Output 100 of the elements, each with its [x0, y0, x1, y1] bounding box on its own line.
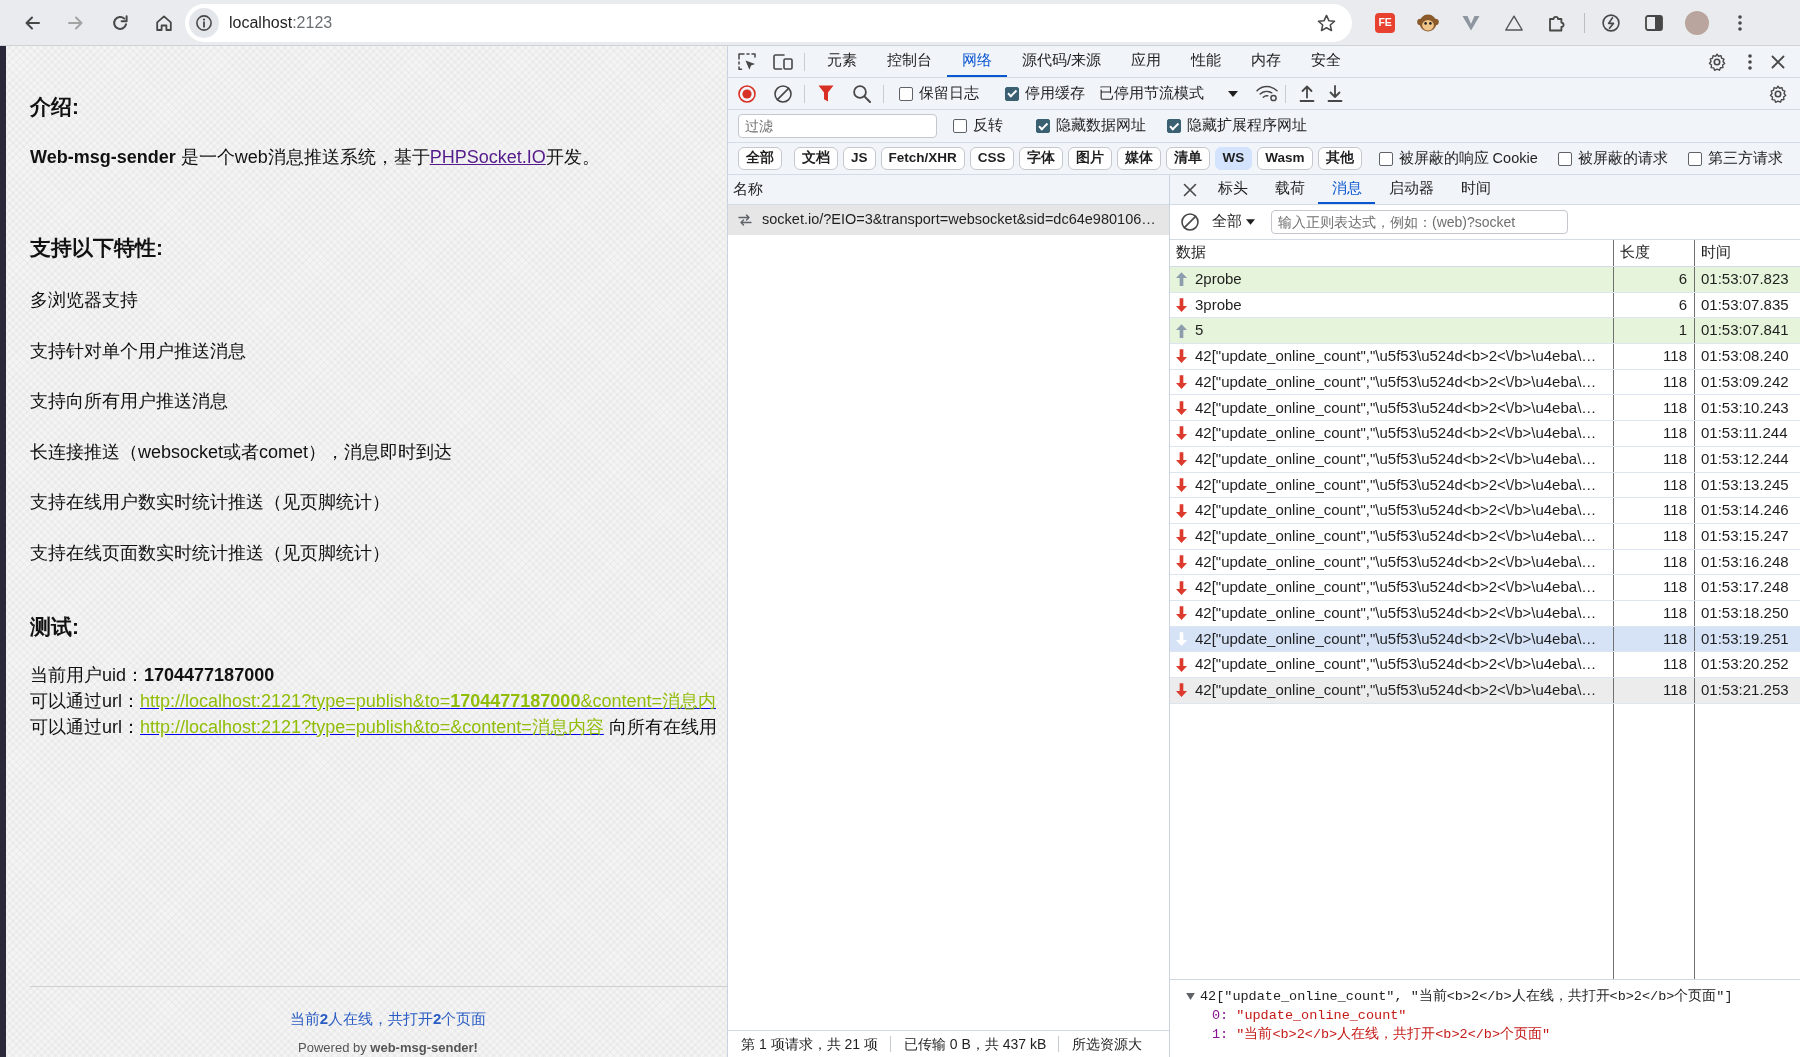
- detail-tab[interactable]: 启动器: [1375, 175, 1447, 204]
- message-data: 2probe: [1195, 269, 1242, 290]
- puzzle-icon[interactable]: [1548, 13, 1566, 32]
- message-row[interactable]: 42["update_online_count","\u5f53\u524d<b>2<\/b>\u4eba\… 118 01:53:11.244: [1170, 421, 1800, 447]
- checkbox[interactable]: [1167, 119, 1181, 133]
- menu-icon[interactable]: [1748, 53, 1752, 70]
- devtools-tab[interactable]: 应用: [1116, 46, 1177, 77]
- message-row[interactable]: 42["update_online_count","\u5f53\u524d<b>2<\/b>\u4eba\… 118 01:53:15.247: [1170, 523, 1800, 550]
- download-icon[interactable]: [1327, 85, 1343, 102]
- message-row[interactable]: 42["update_online_count","\u5f53\u524d<b>2<\/b>\u4eba\… 118 01:53:21.253: [1170, 678, 1800, 704]
- message-row[interactable]: 42["update_online_count","\u5f53\u524d<b>2<\/b>\u4eba\… 118 01:53:20.252: [1170, 652, 1800, 678]
- message-row[interactable]: 5 1 01:53:07.841: [1170, 318, 1800, 345]
- message-time: 01:53:09.242: [1700, 371, 1790, 392]
- type-filter-button[interactable]: 文档: [794, 147, 838, 170]
- close-icon[interactable]: [1183, 182, 1197, 197]
- checkbox[interactable]: [953, 119, 967, 133]
- inspect-icon[interactable]: [738, 52, 756, 71]
- message-row[interactable]: 42["update_online_count","\u5f53\u524d<b>2<\/b>\u4eba\… 118 01:53:13.245: [1170, 472, 1800, 499]
- checkbox[interactable]: [1687, 151, 1702, 166]
- home-icon[interactable]: [156, 14, 172, 31]
- type-filter-button[interactable]: 字体: [1018, 147, 1063, 170]
- type-filter-button[interactable]: 媒体: [1116, 147, 1161, 170]
- v-shape-icon[interactable]: [1462, 14, 1480, 31]
- monkey-face-icon[interactable]: [1417, 12, 1439, 33]
- type-filter-button[interactable]: Wasm: [1257, 147, 1313, 170]
- filter-field[interactable]: 过滤: [738, 114, 937, 138]
- message-type-dropdown[interactable]: 全部: [1212, 211, 1255, 233]
- upload-icon[interactable]: [1299, 85, 1315, 102]
- request-row[interactable]: socket.io/?EIO=3&transport=websocket&sid=dc64e980106…: [728, 205, 1169, 235]
- bookmark-star-icon[interactable]: [1317, 13, 1336, 32]
- property-value: "当前<b>2</b>人在线，共打开<b>2</b>个页面": [1236, 1027, 1551, 1042]
- search-icon[interactable]: [853, 84, 871, 103]
- side-panel-icon[interactable]: [1645, 14, 1663, 31]
- swap-arrows-icon: [738, 214, 752, 226]
- settings-icon[interactable]: [1769, 84, 1787, 103]
- regex-filter-field[interactable]: 输入正则表达式，例如：(web)?socket: [1271, 210, 1568, 234]
- message-row[interactable]: 42["update_online_count","\u5f53\u524d<b>2<\/b>\u4eba\… 118 01:53:16.248: [1170, 549, 1800, 576]
- type-filter-button[interactable]: Fetch/XHR: [880, 147, 965, 170]
- extension-button[interactable]: FE: [1375, 12, 1395, 33]
- detail-tab[interactable]: 载荷: [1261, 175, 1318, 204]
- devtools-tab[interactable]: 控制台: [872, 46, 947, 77]
- property-value: "update_online_count": [1236, 1008, 1407, 1023]
- message-row[interactable]: 42["update_online_count","\u5f53\u524d<b>2<\/b>\u4eba\… 118 01:53:10.243: [1170, 395, 1800, 422]
- message-row[interactable]: 42["update_online_count","\u5f53\u524d<b>2<\/b>\u4eba\… 118 01:53:14.246: [1170, 498, 1800, 524]
- type-filter-button[interactable]: 其他: [1317, 147, 1362, 170]
- devtools-tab[interactable]: 性能: [1176, 46, 1237, 77]
- record-icon[interactable]: [738, 84, 756, 103]
- checkbox-label[interactable]: 隐藏扩展程序网址: [1187, 115, 1307, 137]
- clear-icon[interactable]: [774, 84, 792, 103]
- back-icon[interactable]: [24, 14, 40, 31]
- type-filter-button[interactable]: JS: [843, 147, 876, 170]
- checkbox[interactable]: [1005, 86, 1019, 101]
- checkbox[interactable]: [1036, 119, 1050, 133]
- message-row[interactable]: 42["update_online_count","\u5f53\u524d<b>2<\/b>\u4eba\… 118 01:53:12.244: [1170, 446, 1800, 473]
- address-bar[interactable]: localhost:2123: [185, 3, 1352, 42]
- reload-icon[interactable]: [112, 14, 128, 31]
- type-filter-button[interactable]: 全部: [738, 147, 782, 170]
- devtools-tab[interactable]: 源代码/来源: [1007, 46, 1117, 77]
- type-filter-button[interactable]: 清单: [1165, 147, 1210, 170]
- message-row[interactable]: 42["update_online_count","\u5f53\u524d<b>2<\/b>\u4eba\… 118 01:53:09.242: [1170, 369, 1800, 396]
- throttling-dropdown[interactable]: 已停用节流模式: [1099, 82, 1238, 105]
- devtools-tab[interactable]: 元素: [812, 46, 872, 77]
- triangle-icon[interactable]: [1505, 14, 1523, 31]
- checkbox-label[interactable]: 被屏蔽的响应 Cookie: [1398, 147, 1538, 170]
- checkbox-label[interactable]: 停用缓存: [1025, 82, 1085, 105]
- wifi-settings-icon[interactable]: [1256, 85, 1278, 102]
- checkbox-label[interactable]: 反转: [973, 115, 1003, 137]
- checkbox[interactable]: [1378, 151, 1393, 166]
- close-icon[interactable]: [1771, 54, 1785, 69]
- device-icon[interactable]: [773, 53, 793, 70]
- devtools-tab[interactable]: 安全: [1296, 46, 1357, 77]
- type-filter-button[interactable]: WS: [1214, 147, 1253, 170]
- settings-icon[interactable]: [1708, 52, 1726, 71]
- checkbox-label[interactable]: 第三方请求: [1707, 147, 1783, 170]
- message-row[interactable]: 42["update_online_count","\u5f53\u524d<b>2<\/b>\u4eba\… 118 01:53:08.240: [1170, 344, 1800, 370]
- message-row[interactable]: 2probe 6 01:53:07.823: [1170, 267, 1800, 293]
- type-filter-button[interactable]: CSS: [969, 147, 1014, 170]
- expand-triangle-icon[interactable]: [1186, 993, 1195, 1000]
- down-arrow-icon: [1176, 580, 1187, 595]
- message-data: 42["update_online_count","\u5f53\u524d<b>2<\/b>\u4eba\…: [1195, 577, 1597, 598]
- message-row[interactable]: 42["update_online_count","\u5f53\u524d<b>2<\/b>\u4eba\… 118 01:53:19.251: [1170, 626, 1800, 653]
- checkbox-label[interactable]: 保留日志: [919, 82, 979, 105]
- message-row[interactable]: 3probe 6 01:53:07.835: [1170, 292, 1800, 319]
- checkbox[interactable]: [899, 86, 913, 101]
- lightning-circle-icon[interactable]: [1602, 13, 1620, 32]
- detail-tab[interactable]: 标头: [1204, 175, 1261, 204]
- project-link[interactable]: PHPSocket.IO: [429, 147, 546, 167]
- filter-icon[interactable]: [818, 85, 834, 102]
- info-icon[interactable]: [189, 7, 219, 38]
- menu-icon[interactable]: [1738, 14, 1742, 31]
- message-row[interactable]: 42["update_online_count","\u5f53\u524d<b>2<\/b>\u4eba\… 118 01:53:17.248: [1170, 575, 1800, 601]
- project-link[interactable]: web-msg-sender!: [370, 1040, 478, 1055]
- checkbox-label[interactable]: 隐藏数据网址: [1056, 115, 1146, 137]
- checkbox-label[interactable]: 被屏蔽的请求: [1577, 147, 1668, 170]
- clear-icon[interactable]: [1181, 213, 1199, 231]
- message-row[interactable]: 42["update_online_count","\u5f53\u524d<b>2<\/b>\u4eba\… 118 01:53:18.250: [1170, 600, 1800, 627]
- devtools-tab[interactable]: 内存: [1236, 46, 1297, 77]
- checkbox[interactable]: [1557, 151, 1572, 166]
- type-filter-button[interactable]: 图片: [1067, 147, 1112, 170]
- detail-tab[interactable]: 时间: [1447, 175, 1504, 204]
